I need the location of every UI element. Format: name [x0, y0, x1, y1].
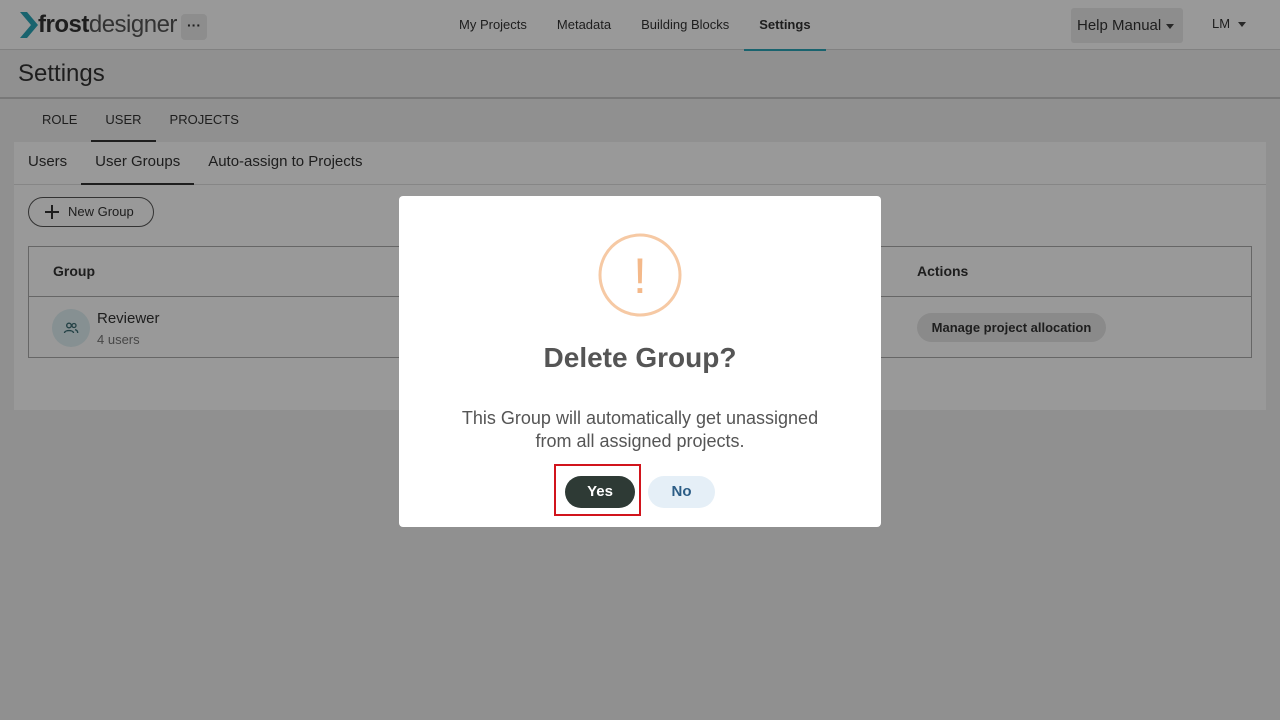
yes-button[interactable]: Yes [565, 476, 635, 508]
dialog-title: Delete Group? [543, 342, 737, 373]
dialog-message: This Group will automatically get unassi… [461, 408, 819, 451]
no-button[interactable]: No [648, 476, 715, 508]
exclamation-glyph: ! [633, 248, 647, 304]
delete-group-dialog: ! Delete Group? This Group will automati… [399, 196, 881, 527]
exclamation-icon: ! [598, 233, 682, 317]
